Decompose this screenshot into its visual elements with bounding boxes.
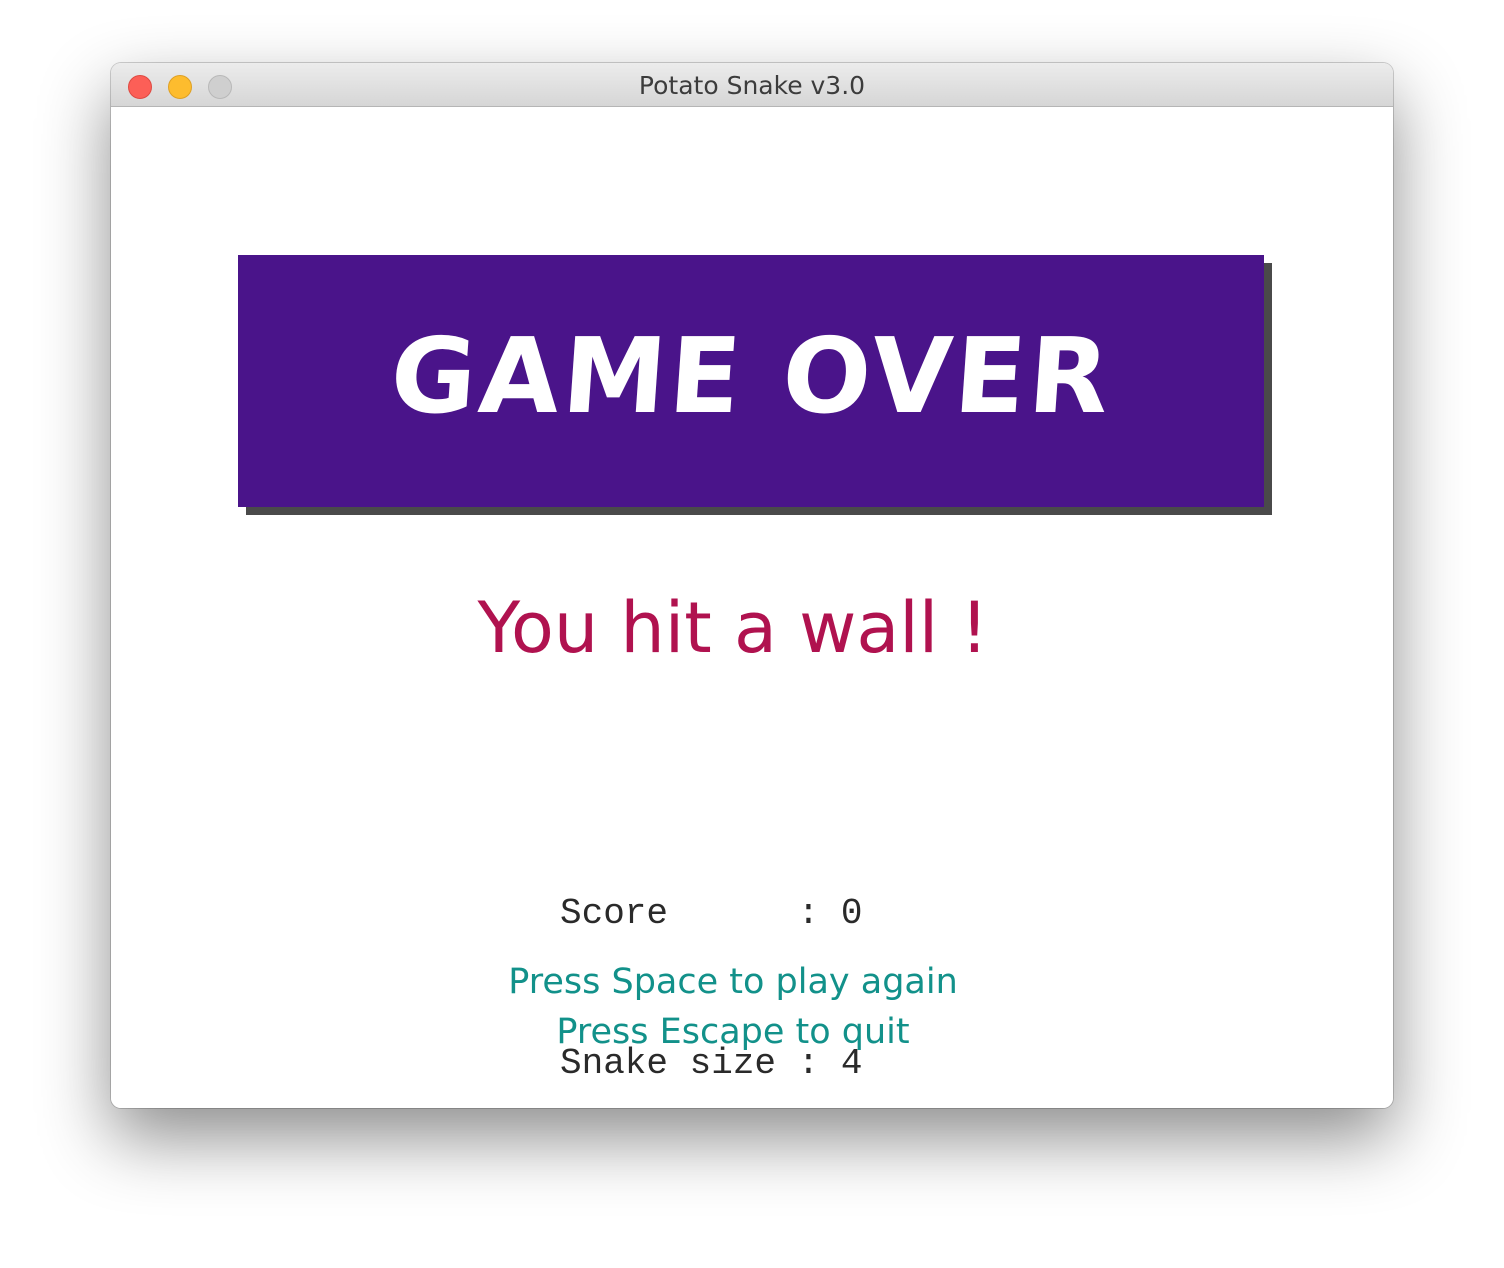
game-window: Potato Snake v3.0 GAME OVER You hit a wa… [111, 63, 1393, 1108]
score-row: Score : 0 [560, 889, 862, 939]
quit-hint: Press Escape to quit [556, 1012, 910, 1052]
game-over-banner: GAME OVER [238, 255, 1264, 507]
score-value: 0 [840, 893, 863, 934]
game-canvas: GAME OVER You hit a wall ! Score : 0 Sna… [111, 107, 1393, 1108]
play-again-hint: Press Space to play again [508, 962, 958, 1002]
controls-hints: Press Space to play again Press Escape t… [111, 957, 1355, 1057]
score-label: Score [560, 893, 777, 934]
game-over-message: You hit a wall ! [477, 587, 989, 669]
stats-panel: Score : 0 Snake size : 4 [560, 789, 862, 1108]
title-bar[interactable]: Potato Snake v3.0 [111, 63, 1393, 107]
score-separator: : [776, 893, 841, 934]
window-title: Potato Snake v3.0 [638, 71, 866, 100]
game-over-text: GAME OVER [386, 315, 1116, 437]
